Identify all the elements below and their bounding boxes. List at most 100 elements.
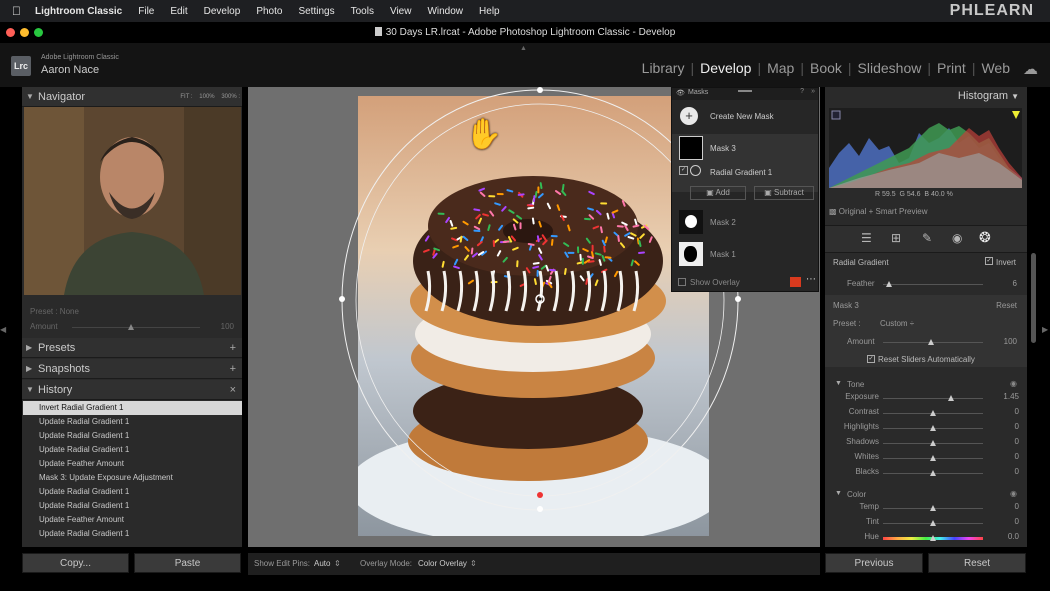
right-panel-scrollbar[interactable] bbox=[1031, 253, 1036, 343]
mask-1-row[interactable]: Mask 1 bbox=[672, 240, 818, 268]
close-window-button[interactable] bbox=[6, 28, 15, 37]
overlay-color-swatch[interactable] bbox=[790, 277, 801, 287]
menu-develop[interactable]: Develop bbox=[204, 6, 241, 17]
menu-view[interactable]: View bbox=[390, 6, 412, 17]
slider-row-tint[interactable]: Tint 0 bbox=[825, 517, 1027, 531]
radial-gradient-component[interactable]: Radial Gradient 1 bbox=[710, 168, 772, 177]
mask-3-row[interactable]: Mask 3 ✓ Radial Gradient 1 bbox=[672, 134, 818, 192]
menu-edit[interactable]: Edit bbox=[170, 6, 187, 17]
slider-thumb[interactable] bbox=[930, 535, 936, 541]
menu-window[interactable]: Window bbox=[427, 6, 463, 17]
slider-thumb[interactable] bbox=[930, 410, 936, 416]
zoom-100[interactable]: 100% bbox=[199, 94, 214, 100]
history-header[interactable]: ▼ History × bbox=[22, 380, 242, 400]
left-panel-toggle-icon[interactable]: ◀ bbox=[0, 325, 6, 334]
navigator-preview[interactable] bbox=[24, 107, 241, 295]
preset-amount-slider[interactable] bbox=[72, 327, 200, 328]
eye-icon[interactable]: ◉ bbox=[1010, 379, 1017, 388]
slider-track[interactable] bbox=[883, 398, 983, 399]
slider-thumb[interactable] bbox=[930, 455, 936, 461]
history-item[interactable]: Update Feather Amount bbox=[23, 513, 242, 527]
add-snapshot-icon[interactable]: + bbox=[230, 359, 236, 379]
top-panel-toggle-icon[interactable]: ▲ bbox=[520, 45, 527, 52]
cloud-icon[interactable]: ☁ bbox=[1023, 60, 1038, 78]
mask-3-thumbnail[interactable] bbox=[679, 136, 703, 160]
collapse-triangle-icon[interactable]: ▼ bbox=[835, 380, 842, 387]
slider-row-hue[interactable]: Hue 0.0 bbox=[825, 532, 1027, 546]
histogram-chart[interactable] bbox=[829, 108, 1022, 188]
slider-row-highlights[interactable]: Highlights 0 bbox=[825, 422, 1027, 436]
preset-amount-thumb[interactable] bbox=[128, 324, 134, 330]
slider-thumb[interactable] bbox=[930, 425, 936, 431]
history-item[interactable]: Update Radial Gradient 1 bbox=[23, 527, 242, 541]
create-new-mask-button[interactable]: Create New Mask bbox=[710, 112, 774, 121]
slider-thumb[interactable] bbox=[930, 505, 936, 511]
slider-row-whites[interactable]: Whites 0 bbox=[825, 452, 1027, 466]
slider-thumb[interactable] bbox=[948, 395, 954, 401]
help-icon[interactable]: ? bbox=[800, 88, 804, 95]
mask-2-row[interactable]: Mask 2 bbox=[672, 208, 818, 236]
apple-icon[interactable]:  bbox=[12, 4, 21, 18]
drag-handle[interactable] bbox=[738, 90, 752, 92]
mask-reset-button[interactable]: Reset bbox=[996, 301, 1017, 310]
zoom-window-button[interactable] bbox=[34, 28, 43, 37]
mask-amount-thumb[interactable] bbox=[928, 339, 934, 345]
module-print[interactable]: Print bbox=[937, 60, 966, 76]
show-overlay-checkbox[interactable] bbox=[678, 278, 686, 286]
history-item[interactable]: Update Radial Gradient 1 bbox=[23, 429, 242, 443]
history-item[interactable]: Update Radial Gradient 1 bbox=[23, 499, 242, 513]
module-map[interactable]: Map bbox=[767, 60, 794, 76]
history-item[interactable]: Update Feather Amount bbox=[23, 457, 242, 471]
snapshots-header[interactable]: ▶ Snapshots + bbox=[22, 359, 242, 379]
slider-thumb[interactable] bbox=[930, 440, 936, 446]
module-book[interactable]: Book bbox=[810, 60, 842, 76]
add-preset-icon[interactable]: + bbox=[230, 338, 236, 358]
slider-row-contrast[interactable]: Contrast 0 bbox=[825, 407, 1027, 421]
mask-1-thumbnail[interactable] bbox=[679, 242, 703, 266]
feather-slider[interactable] bbox=[883, 284, 983, 285]
eye-icon[interactable]: 👁 bbox=[676, 89, 685, 97]
history-item[interactable]: Update Radial Gradient 1 bbox=[23, 415, 242, 429]
menu-settings[interactable]: Settings bbox=[298, 6, 334, 17]
eye-icon[interactable]: ◉ bbox=[1010, 489, 1017, 498]
invert-checkbox[interactable]: ✓ bbox=[985, 257, 993, 265]
reset-sliders-checkbox[interactable]: ✓ bbox=[867, 355, 875, 363]
checkbox-icon[interactable]: ✓ bbox=[679, 166, 688, 175]
history-item[interactable]: Mask 3: Update Exposure Adjustment bbox=[23, 471, 242, 485]
overlay-mode-select[interactable]: Color Overlay bbox=[418, 559, 467, 568]
menu-file[interactable]: File bbox=[138, 6, 154, 17]
module-library[interactable]: Library bbox=[642, 60, 685, 76]
eraser-icon[interactable]: ✎ bbox=[922, 231, 932, 245]
module-slideshow[interactable]: Slideshow bbox=[858, 60, 922, 76]
zoom-300[interactable]: 300% : bbox=[221, 94, 240, 100]
navigator-header[interactable]: ▼ Navigator FIT : 100% 300% : bbox=[22, 87, 242, 107]
history-item[interactable]: Update Radial Gradient 1 bbox=[23, 443, 242, 457]
minimize-window-button[interactable] bbox=[20, 28, 29, 37]
collapse-triangle-icon[interactable]: ▼ bbox=[835, 490, 842, 497]
menu-help[interactable]: Help bbox=[479, 6, 500, 17]
slider-row-exposure[interactable]: Exposure 1.45 bbox=[825, 392, 1027, 406]
slider-row-blacks[interactable]: Blacks 0 bbox=[825, 467, 1027, 481]
collapse-panel-icon[interactable]: » bbox=[811, 88, 815, 95]
reset-button[interactable]: Reset bbox=[928, 553, 1026, 573]
clear-history-icon[interactable]: × bbox=[230, 380, 236, 400]
mask-preset-select[interactable]: Custom ÷ bbox=[880, 319, 914, 328]
radial-gradient-icon[interactable] bbox=[690, 165, 701, 176]
masking-icon[interactable]: ❂ bbox=[979, 229, 991, 246]
menu-app-name[interactable]: Lightroom Classic bbox=[35, 6, 122, 17]
feather-slider-thumb[interactable] bbox=[886, 281, 892, 287]
slider-row-temp[interactable]: Temp 0 bbox=[825, 502, 1027, 516]
add-button[interactable]: ▣ Add bbox=[690, 186, 746, 200]
slider-thumb[interactable] bbox=[930, 470, 936, 476]
slider-row-shadows[interactable]: Shadows 0 bbox=[825, 437, 1027, 451]
show-edit-pins-select[interactable]: Auto bbox=[314, 559, 330, 568]
mask-2-thumbnail[interactable] bbox=[679, 210, 703, 234]
previous-button[interactable]: Previous bbox=[825, 553, 923, 573]
module-web[interactable]: Web bbox=[981, 60, 1010, 76]
right-panel-toggle-icon[interactable]: ▶ bbox=[1042, 325, 1048, 334]
slider-thumb[interactable] bbox=[930, 520, 936, 526]
paste-button[interactable]: Paste bbox=[134, 553, 241, 573]
module-develop[interactable]: Develop bbox=[700, 60, 751, 76]
presets-header[interactable]: ▶ Presets + bbox=[22, 338, 242, 358]
more-options-icon[interactable]: ⋯ bbox=[806, 274, 816, 285]
